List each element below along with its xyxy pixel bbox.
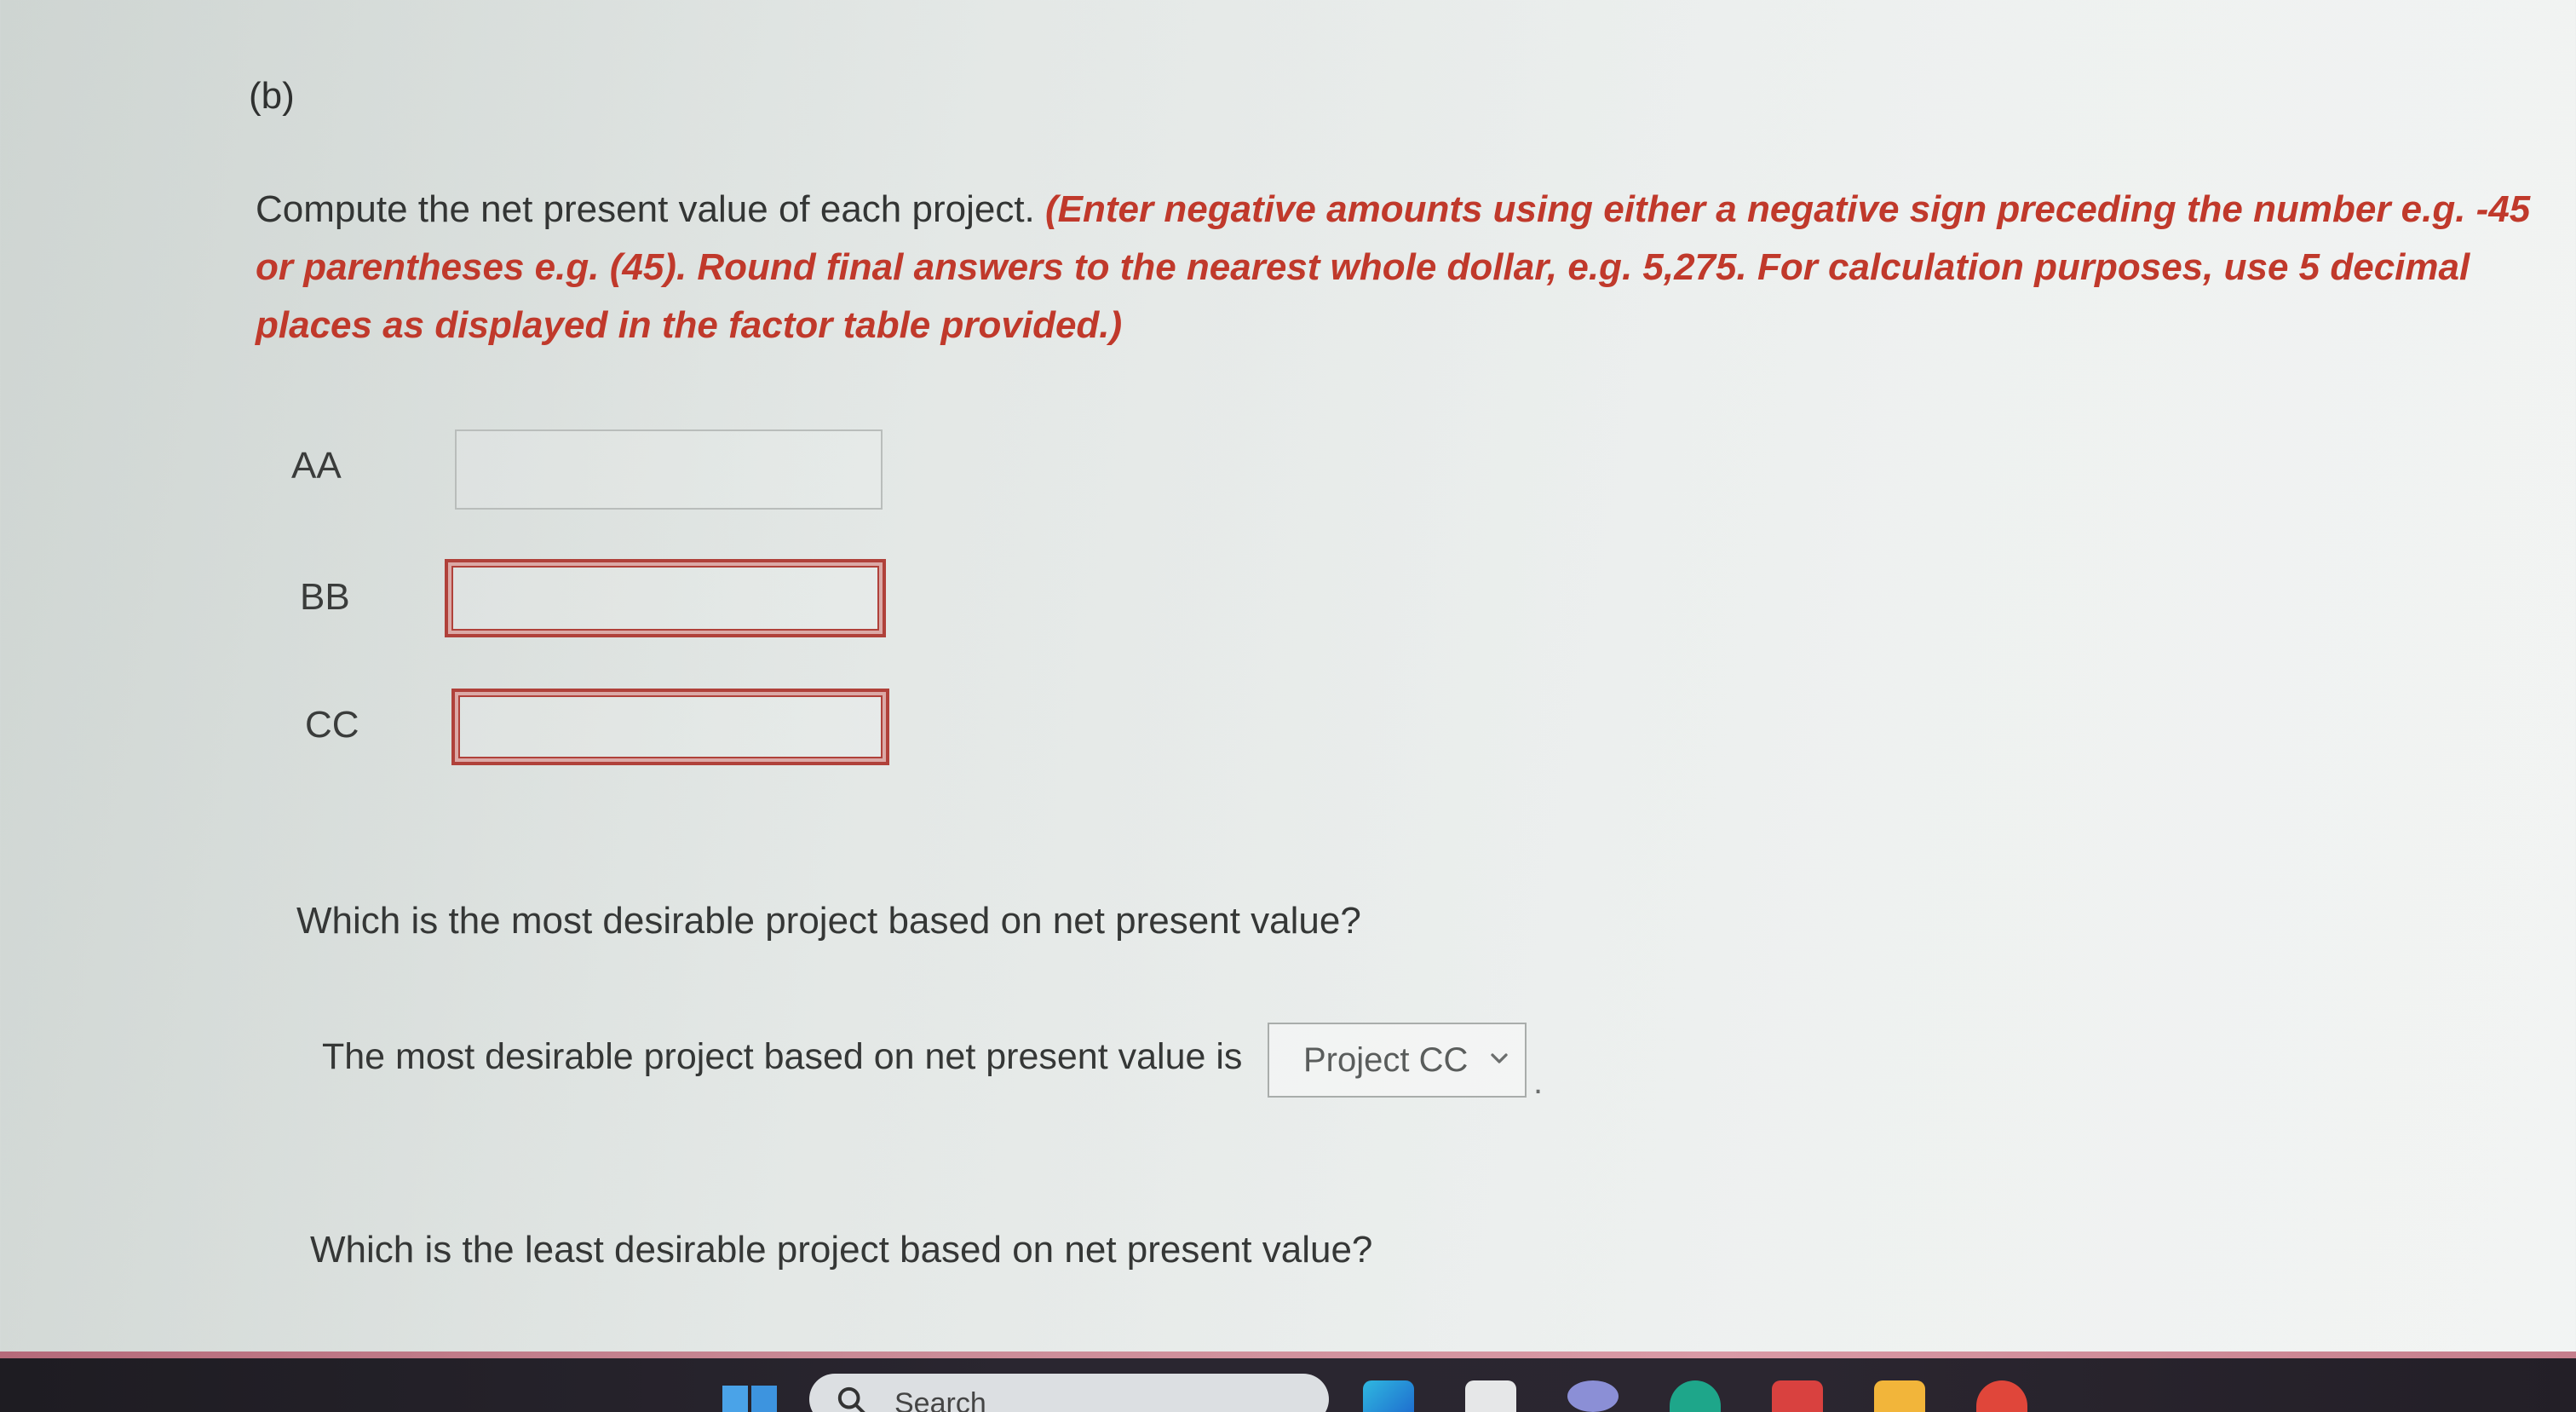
- taskbar-search-label: Search: [894, 1387, 986, 1412]
- taskbar-search-box[interactable]: Search: [809, 1374, 1329, 1412]
- project-bb-label: BB: [300, 576, 350, 618]
- file-explorer-icon[interactable]: [1465, 1380, 1516, 1412]
- question-most-desirable: Which is the most desirable project base…: [296, 900, 1361, 942]
- instructions: Compute the net present value of each pr…: [256, 181, 2573, 354]
- project-cc-npv-input[interactable]: [451, 689, 889, 765]
- search-icon: [837, 1386, 865, 1412]
- mail-icon[interactable]: [1567, 1380, 1619, 1412]
- edge-icon[interactable]: [1363, 1380, 1414, 1412]
- question-least-desirable: Which is the least desirable project bas…: [310, 1229, 1373, 1271]
- answer-most-suffix: .: [1533, 1063, 1544, 1101]
- windows-start-icon[interactable]: [722, 1386, 777, 1412]
- project-aa-label: AA: [291, 445, 342, 487]
- project-bb-npv-input[interactable]: [445, 559, 886, 637]
- folder-icon[interactable]: [1874, 1380, 1925, 1412]
- answer-most-prefix: The most desirable project based on net …: [322, 1036, 1243, 1077]
- outlook-icon[interactable]: [1772, 1380, 1823, 1412]
- select-value: Project CC: [1303, 1041, 1469, 1079]
- instructions-lead: Compute the net present value of each pr…: [256, 188, 1046, 230]
- part-label: (b): [249, 75, 295, 117]
- most-desirable-project-select[interactable]: Project CC: [1268, 1023, 1527, 1098]
- taskbar-top-edge: [0, 1351, 2576, 1358]
- chevron-down-icon: [1491, 1053, 1508, 1063]
- project-aa-npv-input[interactable]: [455, 429, 883, 510]
- assignment-page: (b) Compute the net present value of eac…: [0, 0, 2576, 1355]
- project-cc-label: CC: [305, 704, 359, 746]
